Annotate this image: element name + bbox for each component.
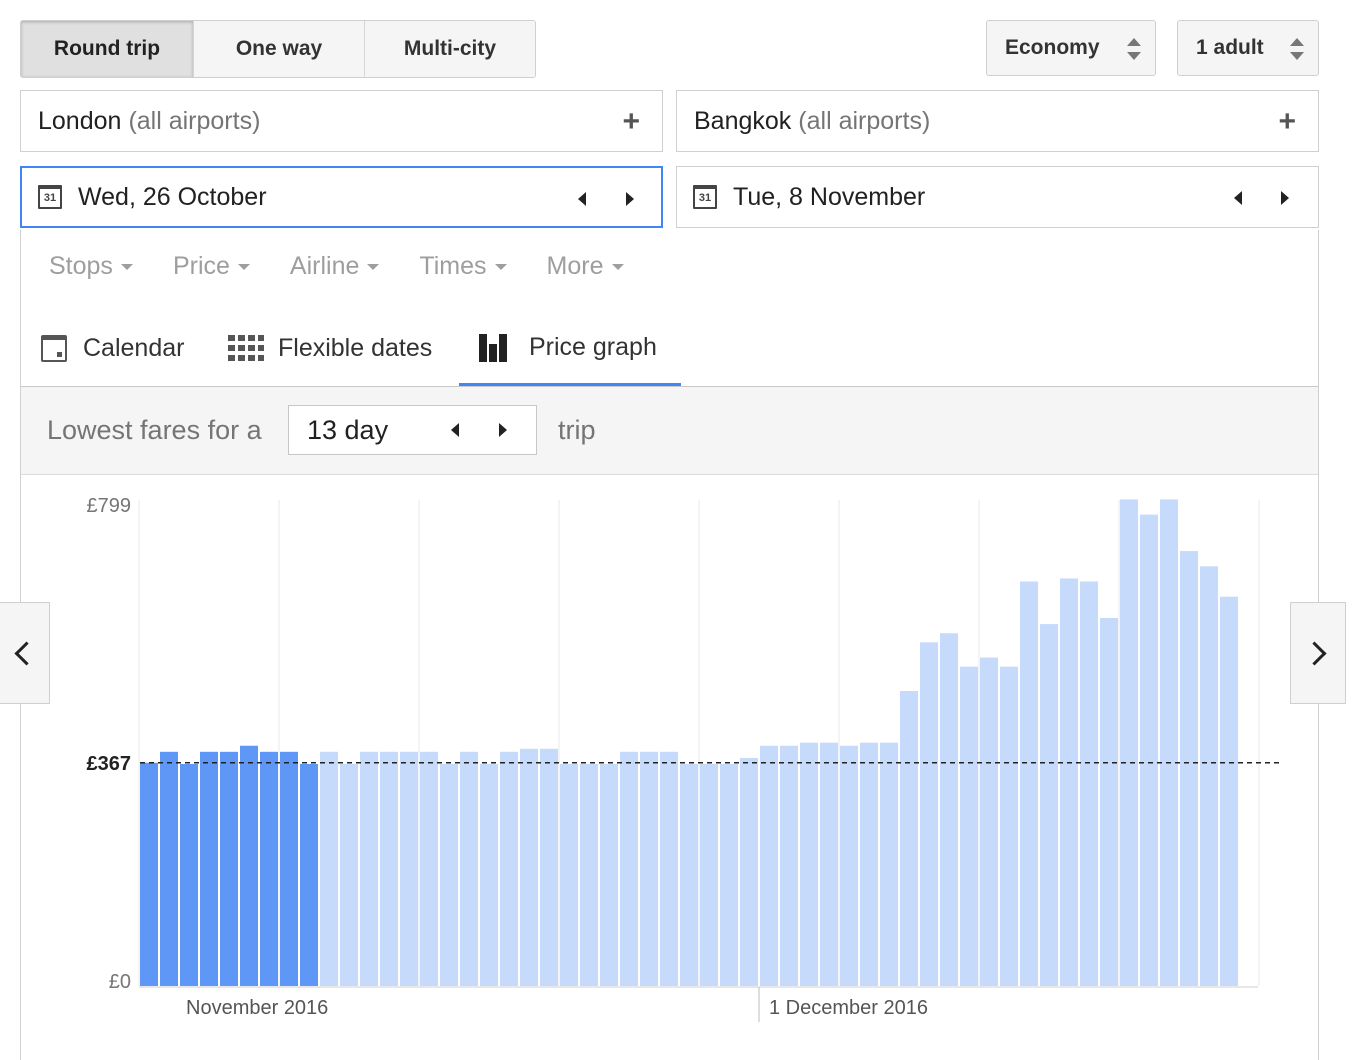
destination-city: Bangkok xyxy=(694,106,792,135)
tab-flexible-dates[interactable]: Flexible dates xyxy=(228,312,432,384)
tab-label: Price graph xyxy=(529,333,657,361)
one-way-button[interactable]: One way xyxy=(194,21,365,77)
caret-down-icon xyxy=(237,263,250,270)
add-destination-icon[interactable]: + xyxy=(1278,105,1296,139)
filter-label: Stops xyxy=(49,252,113,280)
filter-stops[interactable]: Stops xyxy=(49,252,133,281)
tab-calendar[interactable]: Calendar xyxy=(41,312,184,384)
next-return-date-icon[interactable] xyxy=(1281,191,1289,205)
next-period-button[interactable] xyxy=(1290,602,1346,704)
calendar-icon: 31 xyxy=(693,185,717,209)
caret-down-icon xyxy=(611,263,624,270)
cabin-class-select[interactable]: Economy xyxy=(986,20,1156,76)
passengers-value: 1 adult xyxy=(1196,36,1264,59)
add-origin-icon[interactable]: + xyxy=(622,105,640,139)
passengers-select[interactable]: 1 adult xyxy=(1177,20,1319,76)
previous-period-button[interactable] xyxy=(0,602,50,704)
origin-hint: (all airports) xyxy=(128,106,261,135)
updown-icon xyxy=(1290,38,1304,60)
filter-times[interactable]: Times xyxy=(419,252,507,281)
filter-airline[interactable]: Airline xyxy=(289,252,380,281)
multi-city-button[interactable]: Multi-city xyxy=(365,21,535,77)
prev-depart-date-icon[interactable] xyxy=(578,192,586,206)
calendar-icon: 31 xyxy=(38,185,62,209)
round-trip-button[interactable]: Round trip xyxy=(21,21,194,77)
origin-city: London xyxy=(38,106,122,135)
bar-chart-icon xyxy=(479,333,509,362)
caret-down-icon xyxy=(120,263,133,270)
calendar-icon xyxy=(41,334,67,362)
cabin-class-value: Economy xyxy=(1005,36,1100,59)
trip-length-select[interactable]: 13 day xyxy=(288,405,537,455)
view-tabs: Calendar Flexible dates Price graph xyxy=(21,312,1318,387)
filter-label: More xyxy=(546,252,604,280)
caret-down-icon xyxy=(494,263,507,270)
decrease-trip-length-icon[interactable] xyxy=(451,423,459,437)
filter-more[interactable]: More xyxy=(547,252,624,281)
increase-trip-length-icon[interactable] xyxy=(499,423,507,437)
results-panel: Stops Price Airline Times More Calendar … xyxy=(20,230,1319,1060)
filter-price[interactable]: Price xyxy=(173,252,250,281)
depart-date-field[interactable]: 31 Wed, 26 October xyxy=(20,166,663,228)
filter-label: Times xyxy=(419,252,487,280)
chevron-right-icon xyxy=(1301,640,1327,666)
filter-label: Price xyxy=(172,252,230,280)
caret-down-icon xyxy=(367,263,380,270)
trip-length-bar: Lowest fares for a 13 day trip xyxy=(21,387,1318,475)
tab-label: Flexible dates xyxy=(278,333,433,362)
prev-return-date-icon[interactable] xyxy=(1234,191,1242,205)
return-date-field[interactable]: 31 Tue, 8 November xyxy=(676,166,1319,228)
trip-type-selector: Round trip One way Multi-city xyxy=(20,20,536,78)
origin-field[interactable]: London (all airports) + xyxy=(20,90,663,152)
tab-label: Calendar xyxy=(83,333,185,362)
trip-length-value: 13 day xyxy=(307,414,389,445)
depart-date-value: Wed, 26 October xyxy=(78,182,267,211)
grid-icon xyxy=(228,335,264,361)
trip-length-suffix: trip xyxy=(558,415,596,445)
chevron-left-icon xyxy=(13,640,39,666)
filter-label: Airline xyxy=(289,252,360,280)
filter-bar: Stops Price Airline Times More xyxy=(49,252,664,281)
destination-hint: (all airports) xyxy=(798,106,931,135)
return-date-value: Tue, 8 November xyxy=(733,182,926,211)
next-depart-date-icon[interactable] xyxy=(626,192,634,206)
updown-icon xyxy=(1127,38,1141,60)
trip-length-prefix: Lowest fares for a xyxy=(47,415,262,445)
destination-field[interactable]: Bangkok (all airports) + xyxy=(676,90,1319,152)
tab-price-graph[interactable]: Price graph xyxy=(459,312,681,386)
